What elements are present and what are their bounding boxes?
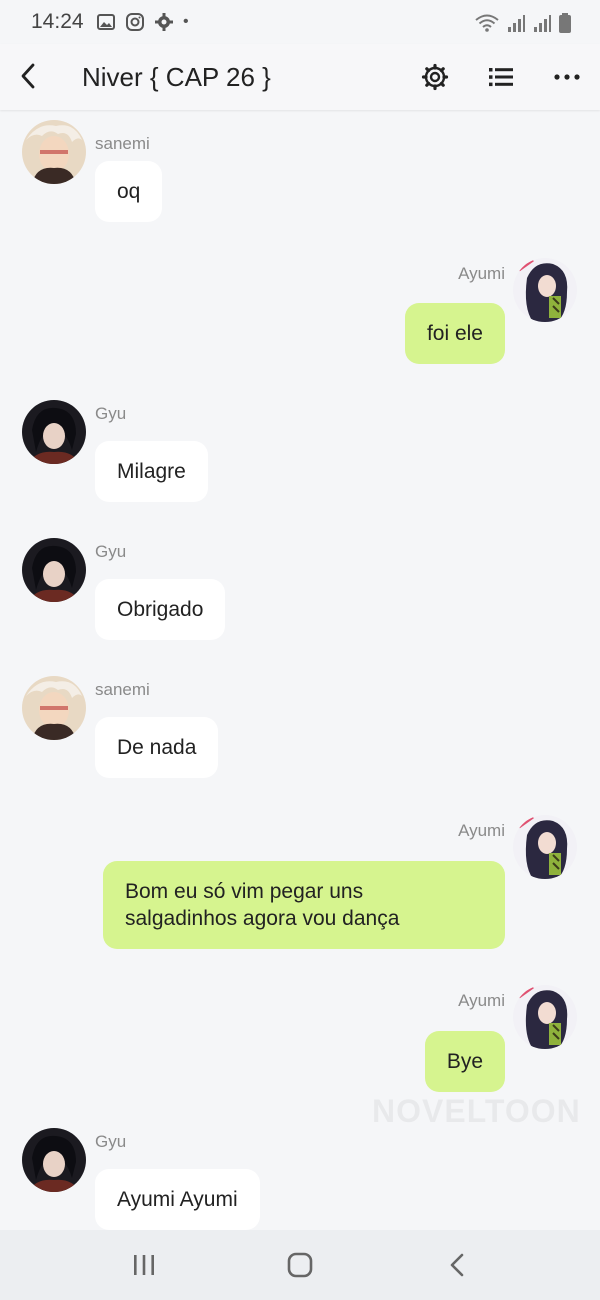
message-bubble[interactable]: Bye <box>424 1031 505 1092</box>
system-icons <box>474 12 572 34</box>
sender-name: Ayumi <box>458 821 505 840</box>
sender-name: Gyu <box>95 542 127 561</box>
message-line: salgadinhos agora vou dança <box>125 907 400 930</box>
sender-name: Ayumi <box>458 264 505 283</box>
more-options-button[interactable] <box>547 58 587 96</box>
home-icon <box>287 1252 313 1278</box>
settings-button[interactable] <box>415 58 455 96</box>
message-bubble[interactable]: Ayumi Ayumi <box>95 1169 260 1230</box>
notification-icons: • <box>96 12 189 32</box>
avatar-gyu[interactable] <box>22 400 86 464</box>
back-chevron-icon <box>450 1253 464 1277</box>
message-bubble[interactable]: De nada <box>95 717 219 778</box>
status-bar: 14:24 • <box>0 0 600 44</box>
message-line: Bom eu só vim pegar uns <box>125 880 364 903</box>
recent-apps-button[interactable] <box>114 1244 174 1286</box>
watermark-text: NOVELTOON <box>372 1093 581 1129</box>
back-nav-button[interactable] <box>427 1244 487 1286</box>
avatar-gyu[interactable] <box>22 538 86 602</box>
status-time: 14:24 <box>31 10 84 33</box>
signal-icon-2 <box>534 15 551 32</box>
recents-icon <box>134 1255 154 1275</box>
home-button[interactable] <box>270 1244 330 1286</box>
instagram-icon <box>126 13 144 31</box>
chapter-list-button[interactable] <box>481 58 521 96</box>
chat-header: Niver { CAP 26 } <box>0 44 600 110</box>
settings-gear-icon <box>155 13 173 31</box>
sender-name: sanemi <box>95 134 150 153</box>
message-bubble[interactable]: oq <box>95 161 163 222</box>
sender-name: Ayumi <box>458 991 505 1010</box>
wifi-icon <box>475 14 499 32</box>
chat-title: Niver { CAP 26 } <box>82 62 271 92</box>
gallery-icon <box>97 14 115 30</box>
system-nav-bar <box>0 1230 600 1300</box>
battery-icon <box>559 13 571 33</box>
chat-area[interactable]: sanemi oq Ayumi foi ele Gyu Milagre Gyu … <box>0 110 600 1230</box>
sender-name: Gyu <box>95 404 127 423</box>
avatar-ayumi[interactable] <box>513 815 577 879</box>
avatar-gyu[interactable] <box>22 1128 86 1192</box>
avatar-sanemi[interactable] <box>22 676 86 740</box>
message-bubble[interactable]: Bom eu só vim pegar uns salgadinhos agor… <box>103 861 505 949</box>
list-icon <box>489 68 513 87</box>
gear-icon <box>421 63 449 91</box>
back-button[interactable] <box>10 58 46 94</box>
signal-icon <box>508 15 525 32</box>
avatar-sanemi[interactable] <box>22 120 86 184</box>
sender-name: sanemi <box>95 680 150 699</box>
message-bubble[interactable]: foi ele <box>404 303 505 364</box>
avatar-ayumi[interactable] <box>513 985 577 1049</box>
avatar-ayumi[interactable] <box>513 258 577 322</box>
back-arrow-icon <box>21 63 35 89</box>
message-bubble[interactable]: Obrigado <box>95 579 226 640</box>
more-notifications-dot: • <box>183 13 189 30</box>
more-dots-icon <box>554 74 580 80</box>
sender-name: Gyu <box>95 1132 127 1151</box>
message-bubble[interactable]: Milagre <box>95 441 208 502</box>
